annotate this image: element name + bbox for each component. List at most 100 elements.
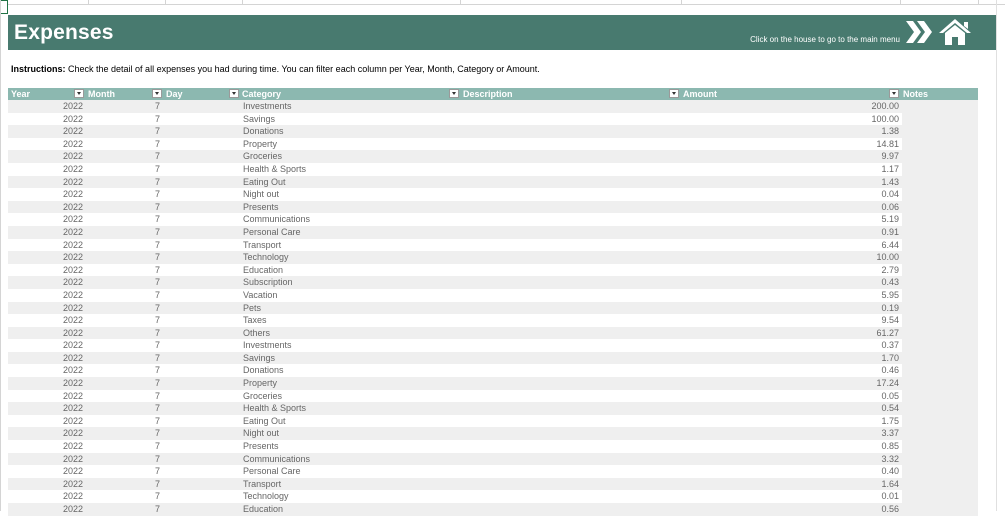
table-row[interactable]: 2022 7 Education 0.56 — [8, 503, 978, 516]
cell-category: Eating Out — [243, 176, 286, 187]
cell-year: 2022 — [63, 340, 84, 351]
table-row[interactable]: 2022 7 Education 2.79 — [8, 264, 978, 277]
cell-category: Education — [243, 504, 284, 514]
table-row[interactable]: 2022 7 Technology 0.01 — [8, 490, 978, 503]
table-row[interactable]: 2022 7 Presents 0.06 — [8, 200, 978, 214]
cell-year: 2022 — [63, 378, 84, 389]
table-row[interactable]: 2022 7 Night out 0.04 — [8, 188, 978, 201]
table-row[interactable]: 2022 7 Groceries 0.05 — [8, 390, 978, 403]
cell-category: Presents — [243, 441, 279, 452]
table-row[interactable]: 2022 7 Savings 100.00 — [8, 113, 978, 126]
table-row[interactable]: 2022 7 Investments 200.00 — [8, 100, 978, 113]
cell-amount: 200.00 — [871, 101, 899, 111]
table-row[interactable]: 2022 7 Communications 3.32 — [8, 452, 978, 466]
header-day: Day — [166, 89, 183, 99]
table-row[interactable]: 2022 7 Transport 6.44 — [8, 239, 978, 252]
table-row[interactable]: 2022 7 Technology 10.00 — [8, 251, 978, 264]
cell-category: Transport — [243, 239, 282, 250]
cell-day: 7 — [155, 113, 161, 124]
table-row[interactable]: 2022 7 Personal Care 0.40 — [8, 465, 978, 478]
filter-dropdown-month[interactable] — [152, 89, 162, 98]
cell-day: 7 — [155, 264, 161, 275]
table-row[interactable]: 2022 7 Communications 5.19 — [8, 213, 978, 226]
cell-category: Health & Sports — [243, 403, 307, 414]
table-row[interactable]: 2022 7 Eating Out 1.43 — [8, 175, 978, 189]
sheet-gridline — [996, 0, 997, 511]
cell-category: Night out — [243, 428, 280, 439]
table-row[interactable]: 2022 7 Pets 0.19 — [8, 301, 978, 315]
table-row[interactable]: 2022 7 Vacation 5.95 — [8, 289, 978, 302]
cell-category: Pets — [243, 302, 262, 313]
table-row[interactable]: 2022 7 Presents 0.85 — [8, 440, 978, 453]
cell-category: Personal Care — [243, 466, 301, 477]
column-header-strip — [0, 0, 1005, 5]
table-row[interactable]: 2022 7 Transport 1.64 — [8, 477, 978, 491]
table-row[interactable]: 2022 7 Night out 3.37 — [8, 427, 978, 441]
cell-year: 2022 — [63, 478, 84, 489]
table-row[interactable]: 2022 7 Health & Sports 1.17 — [8, 163, 978, 176]
column-separator — [681, 0, 682, 4]
cell-amount: 0.85 — [881, 441, 899, 452]
main-menu-hint: Click on the house to go to the main men… — [750, 35, 900, 44]
cell-category: Groceries — [243, 390, 283, 401]
cell-amount: 9.97 — [881, 151, 899, 162]
cell-day: 7 — [155, 365, 161, 376]
cell-category: Donations — [243, 365, 284, 376]
cell-amount: 9.54 — [881, 315, 899, 326]
cell-day: 7 — [155, 315, 161, 326]
table-row[interactable]: 2022 7 Personal Care 0.91 — [8, 225, 978, 239]
table-row[interactable]: 2022 7 Others 61.27 — [8, 326, 978, 340]
cell-year: 2022 — [63, 315, 84, 326]
table-row[interactable]: 2022 7 Property 17.24 — [8, 377, 978, 390]
table-row[interactable]: 2022 7 Groceries 9.97 — [8, 150, 978, 163]
instructions: Instructions: Check the detail of all ex… — [11, 64, 540, 74]
cell-day: 7 — [155, 163, 161, 174]
cell-amount: 0.54 — [881, 403, 899, 414]
cell-day: 7 — [155, 252, 161, 263]
double-chevron-icon — [906, 21, 932, 43]
cell-day: 7 — [155, 126, 161, 137]
header-notes: Notes — [903, 89, 929, 99]
table-row[interactable]: 2022 7 Health & Sports 0.54 — [8, 402, 978, 415]
cell-category: Property — [243, 378, 278, 389]
cell-year: 2022 — [63, 327, 84, 338]
cell-year: 2022 — [63, 466, 84, 477]
cell-year: 2022 — [63, 126, 84, 137]
cell-year: 2022 — [63, 101, 84, 111]
header-banner: Expenses Click on the house to go to the… — [8, 15, 996, 50]
header-amount: Amount — [683, 89, 717, 99]
filter-dropdown-year[interactable] — [74, 89, 84, 98]
cell-year: 2022 — [63, 504, 84, 514]
table-row[interactable]: 2022 7 Investments 0.37 — [8, 339, 978, 352]
table-row[interactable]: 2022 7 Savings 1.70 — [8, 351, 978, 365]
cell-amount: 14.81 — [876, 138, 899, 149]
cell-day: 7 — [155, 378, 161, 389]
table-header: Year Month Day Category Description Amou… — [8, 88, 978, 100]
table-row[interactable]: 2022 7 Donations 1.38 — [8, 125, 978, 138]
filter-dropdown-description[interactable] — [669, 89, 679, 98]
cell-category: Investments — [243, 340, 292, 351]
table-row[interactable]: 2022 7 Subscription 0.43 — [8, 276, 978, 289]
cell-year: 2022 — [63, 277, 84, 288]
table-row[interactable]: 2022 7 Donations 0.46 — [8, 364, 978, 377]
filter-dropdown-category[interactable] — [449, 89, 459, 98]
house-icon[interactable] — [938, 18, 972, 46]
table-row[interactable]: 2022 7 Taxes 9.54 — [8, 314, 978, 327]
cell-day: 7 — [155, 289, 161, 300]
cell-amount: 100.00 — [871, 113, 899, 124]
filter-dropdown-day[interactable] — [229, 89, 239, 98]
cell-amount: 10.00 — [876, 252, 899, 263]
table-body: 2022 7 Investments 200.00 2022 7 Savings 100.00… — [8, 100, 978, 516]
active-cell-cursor[interactable] — [0, 0, 8, 14]
cell-year: 2022 — [63, 264, 84, 275]
cell-amount: 5.19 — [881, 214, 899, 225]
cell-day: 7 — [155, 201, 161, 212]
cell-day: 7 — [155, 138, 161, 149]
filter-dropdown-amount[interactable] — [889, 89, 899, 98]
instructions-label: Instructions: — [11, 64, 66, 74]
table-row[interactable]: 2022 7 Property 14.81 — [8, 138, 978, 151]
table-row[interactable]: 2022 7 Eating Out 1.75 — [8, 415, 978, 428]
cell-category: Eating Out — [243, 415, 286, 426]
cell-amount: 0.04 — [881, 189, 899, 200]
cell-year: 2022 — [63, 214, 84, 225]
